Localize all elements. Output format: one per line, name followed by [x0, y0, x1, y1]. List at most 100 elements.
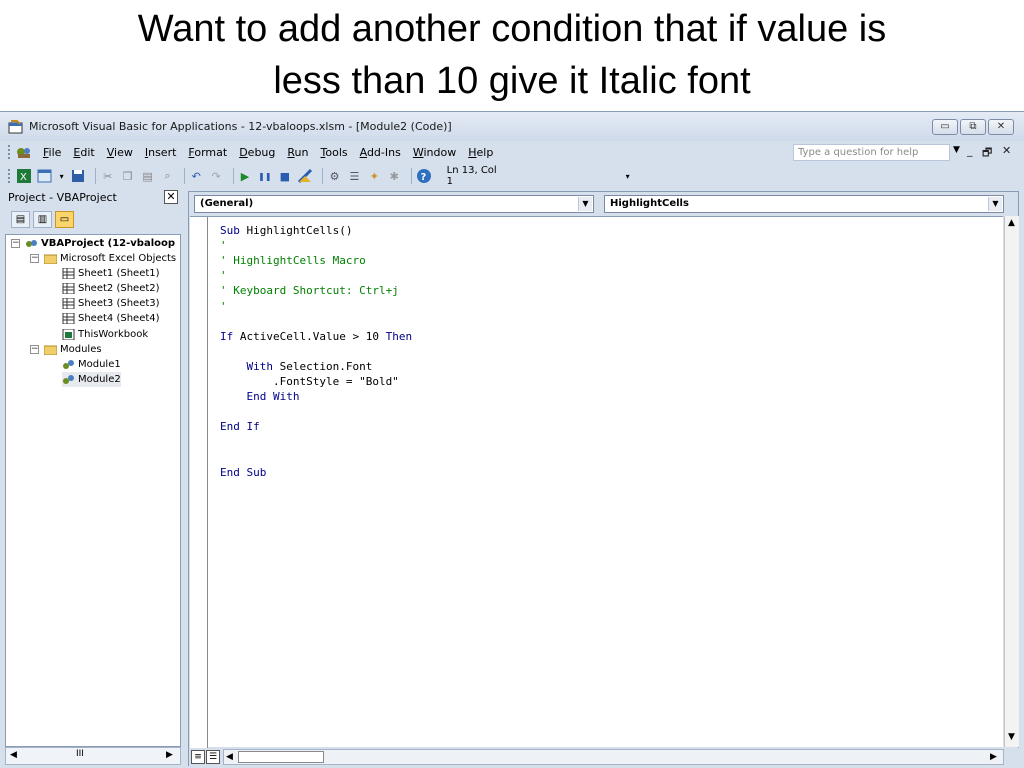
scroll-down-icon[interactable]: ▼: [1008, 732, 1015, 742]
close-button[interactable]: ✕: [988, 119, 1014, 135]
tree-item-sheet3[interactable]: Sheet3 (Sheet3): [62, 296, 160, 311]
excel-icon[interactable]: X: [16, 168, 32, 184]
help-dropdown-icon[interactable]: ▼: [953, 145, 960, 155]
scroll-thumb[interactable]: [238, 751, 324, 763]
minimize-button[interactable]: ▭: [932, 119, 958, 135]
copy-icon[interactable]: ❐: [120, 168, 135, 184]
vba-menu-icon[interactable]: [16, 144, 32, 160]
tree-label: Sheet1 (Sheet1): [78, 268, 160, 279]
scroll-right-icon[interactable]: ▶: [990, 752, 997, 762]
cut-icon[interactable]: ✂: [100, 168, 115, 184]
tree-label: Module2: [78, 374, 121, 385]
tree-item-vbaproject[interactable]: VBAProject (12-vbaloop: [25, 236, 175, 251]
margin-indicator-bar[interactable]: [190, 217, 208, 748]
toolbox-icon[interactable]: ✱: [387, 168, 402, 184]
tree-item-module1[interactable]: Module1: [62, 357, 121, 372]
tree-item-sheet1[interactable]: Sheet1 (Sheet1): [62, 266, 160, 281]
scroll-up-icon[interactable]: ▲: [1008, 218, 1015, 228]
menu-debug[interactable]: Debug: [233, 146, 281, 159]
save-icon[interactable]: [70, 168, 86, 184]
mdi-close-button[interactable]: ✕: [1002, 144, 1011, 157]
design-mode-icon[interactable]: [297, 168, 313, 184]
tree-item-sheet4[interactable]: Sheet4 (Sheet4): [62, 311, 160, 326]
menu-insert[interactable]: Insert: [139, 146, 183, 159]
scroll-left-icon[interactable]: ◀: [10, 750, 17, 760]
view-object-button[interactable]: ▥: [33, 210, 52, 228]
project-pane-close-button[interactable]: ✕: [164, 190, 178, 204]
code-vertical-scrollbar[interactable]: ▲ ▼: [1004, 216, 1019, 747]
code-line[interactable]: ': [220, 268, 227, 283]
code-line[interactable]: ' Keyboard Shortcut: Ctrl+j: [220, 283, 399, 298]
restore-button[interactable]: ⧉: [960, 119, 986, 135]
chevron-down-icon[interactable]: ▼: [988, 197, 1002, 211]
scroll-right-icon[interactable]: ▶: [166, 750, 173, 760]
tree-collapse-toggle[interactable]: −: [30, 345, 39, 354]
menu-view[interactable]: View: [101, 146, 139, 159]
view-code-button[interactable]: ▤: [11, 210, 30, 228]
code-line[interactable]: ': [220, 238, 227, 253]
tree-item-modules[interactable]: Modules: [43, 342, 102, 357]
properties-icon[interactable]: ☰: [347, 168, 362, 184]
toolbar-separator: [410, 168, 412, 184]
toolbar-grip[interactable]: [8, 169, 11, 183]
break-icon[interactable]: ❚❚: [257, 168, 272, 184]
tree-item-sheet2[interactable]: Sheet2 (Sheet2): [62, 281, 160, 296]
scroll-left-icon[interactable]: ◀: [226, 752, 233, 762]
worksheet-icon: [62, 267, 75, 280]
menu-format[interactable]: Format: [182, 146, 233, 159]
procedure-view-button[interactable]: ≡: [191, 750, 205, 764]
code-line[interactable]: Sub HighlightCells(): [220, 223, 352, 238]
menu-edit[interactable]: Edit: [67, 146, 100, 159]
insert-dropdown-icon[interactable]: ▾: [58, 168, 65, 184]
project-pane-horizontal-scrollbar[interactable]: ◀ III ▶: [5, 747, 181, 765]
scroll-thumb[interactable]: III: [76, 749, 84, 759]
mdi-minimize-button[interactable]: _: [967, 144, 973, 157]
code-line[interactable]: If ActiveCell.Value > 10 Then: [220, 329, 412, 344]
worksheet-icon: [62, 312, 75, 325]
tree-collapse-toggle[interactable]: −: [30, 254, 39, 263]
tree-label: ThisWorkbook: [78, 329, 149, 340]
procedure-combobox[interactable]: HighlightCells ▼: [604, 195, 1004, 213]
tree-label: Sheet3 (Sheet3): [78, 298, 160, 309]
reset-icon[interactable]: ■: [277, 168, 292, 184]
object-combobox[interactable]: (General) ▼: [194, 195, 594, 213]
run-icon[interactable]: ▶: [238, 168, 253, 184]
tree-collapse-toggle[interactable]: −: [11, 239, 20, 248]
tree-item-module2[interactable]: Module2: [62, 372, 121, 387]
menubar-grip[interactable]: [8, 145, 11, 159]
full-module-view-button[interactable]: ☰: [206, 750, 220, 764]
code-line[interactable]: End Sub: [220, 465, 266, 480]
tree-item-excel-objects[interactable]: Microsoft Excel Objects: [43, 251, 176, 266]
redo-icon[interactable]: ↷: [209, 168, 224, 184]
toggle-folders-button[interactable]: ▭: [55, 210, 74, 228]
find-icon[interactable]: ⌕: [160, 168, 175, 184]
code-line[interactable]: .FontStyle = "Bold": [220, 374, 399, 389]
menu-tools[interactable]: Tools: [315, 146, 354, 159]
code-line[interactable]: ': [220, 299, 227, 314]
procedure-combobox-value: HighlightCells: [610, 198, 689, 209]
undo-icon[interactable]: ↶: [189, 168, 204, 184]
code-editor[interactable]: Sub HighlightCells() ' ' HighlightCells Ma…: [190, 216, 1003, 748]
mdi-restore-button[interactable]: 🗗: [982, 144, 992, 163]
code-line[interactable]: With Selection.Font: [220, 359, 373, 374]
code-line[interactable]: ' HighlightCells Macro: [220, 253, 366, 268]
menu-help[interactable]: Help: [462, 146, 499, 159]
insert-userform-icon[interactable]: [37, 168, 53, 184]
menu-run[interactable]: Run: [281, 146, 314, 159]
project-explorer: Project - VBAProject ✕ ▤ ▥ ▭ − VBAProjec…: [5, 188, 182, 768]
chevron-down-icon[interactable]: ▼: [578, 197, 592, 211]
help-icon[interactable]: ?: [416, 168, 432, 184]
slide-title: Want to add another condition that if va…: [0, 0, 1024, 110]
paste-icon[interactable]: ▤: [140, 168, 155, 184]
menu-window[interactable]: Window: [407, 146, 462, 159]
code-horizontal-scrollbar[interactable]: ◀ ▶: [223, 749, 1004, 765]
code-line[interactable]: End With: [220, 389, 300, 404]
tree-item-thisworkbook[interactable]: ThisWorkbook: [62, 327, 148, 342]
code-line[interactable]: End If: [220, 419, 260, 434]
menu-add-ins[interactable]: Add-Ins: [354, 146, 407, 159]
object-browser-icon[interactable]: ✦: [367, 168, 382, 184]
menu-file[interactable]: File: [37, 146, 67, 159]
toolbar-options-icon[interactable]: ▾: [620, 168, 635, 184]
project-explorer-icon[interactable]: ⚙: [327, 168, 342, 184]
help-search-input[interactable]: Type a question for help: [793, 144, 950, 161]
